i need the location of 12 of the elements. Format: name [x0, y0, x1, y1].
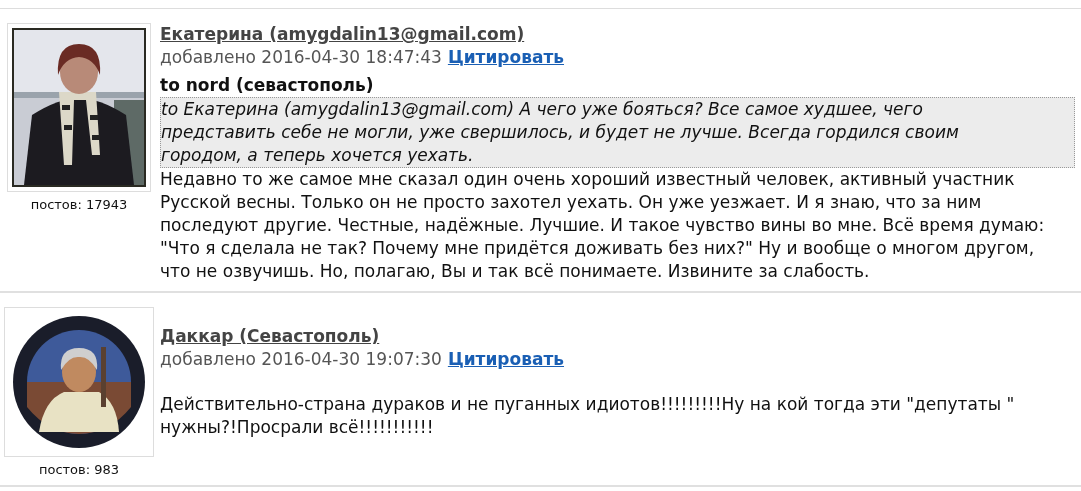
author-link[interactable]: Екатерина (amygdalin13@gmail.com) [160, 24, 525, 44]
post-count: постов: 17943 [30, 197, 128, 212]
quote-block: to Екатерина (amygdalin13@gmail.com) А чего уже бояться? Все самое худшее, чего представить себе не могли, уже свершилось, и будет не лучше. Всегда гордился своим городом, а теперь хочется уехать. [160, 97, 1075, 168]
post-count: постов: 983 [38, 462, 120, 477]
post-date: добавлено 2016-04-30 19:07:30 [160, 349, 442, 369]
post-text: Недавно то же самое мне сказал один очень хороший известный человек, активный участник Русской весны. Только он не просто захотел уехать. Он уже уезжает. И я знаю, что за ним последуют другие. Честные, надёжные. Лучшие. И такое чувство вины во мне. Всё время думаю: "Что я сделала не так? Почему мне придётся доживать без них?" Ну и вообще о многом другом, что не озвучишь. Но, полагаю, Вы и так всё понимаете. Извините за слабость. [160, 168, 1045, 283]
post-subject: to nord (севастополь) [160, 74, 375, 97]
post-text: Действительно-страна дураков и не пуганных идиотов!!!!!!!!!Ну на кой тогда эти "депутаты " нужны?!Просрали всё!!!!!!!!!!! [160, 393, 1016, 439]
post-date: добавлено 2016-04-30 18:47:43 [160, 47, 442, 67]
author-link[interactable]: Даккар (Севастополь) [160, 326, 380, 346]
quote-link[interactable]: Цитировать [447, 349, 564, 369]
quote-link[interactable]: Цитировать [447, 47, 564, 67]
